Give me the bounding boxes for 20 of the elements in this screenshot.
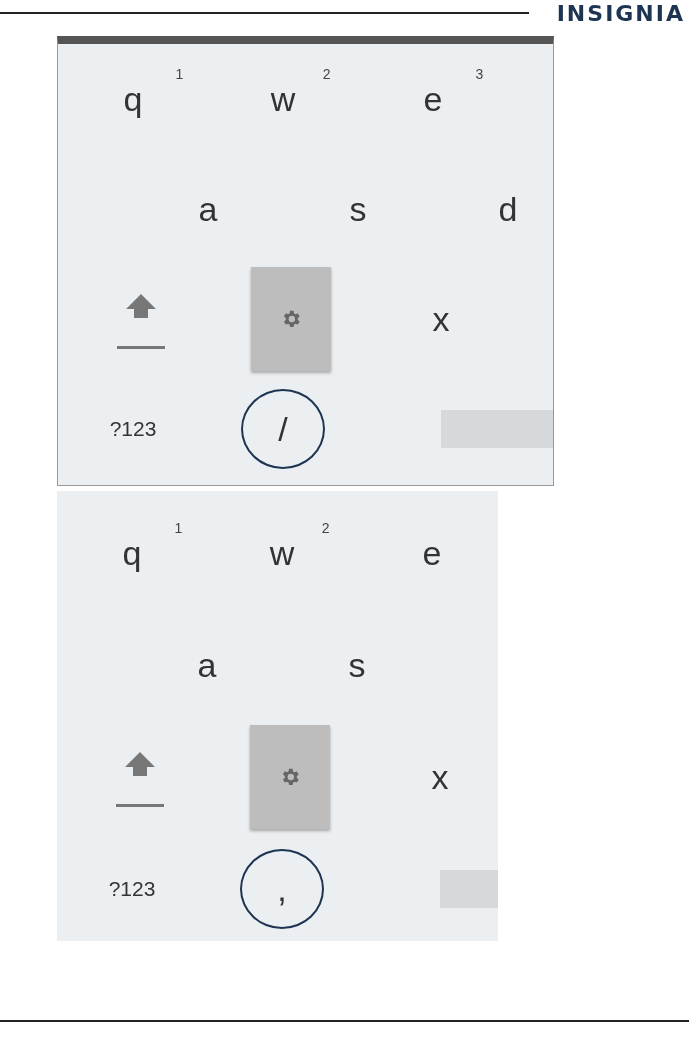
highlighted-key[interactable]: / [241, 389, 325, 469]
key-hint: 2 [321, 519, 330, 536]
letter-key[interactable]: s [338, 641, 376, 689]
symbols-key[interactable]: ?123 [108, 877, 156, 901]
highlighted-key[interactable]: , [240, 849, 324, 929]
key-hint: 1 [174, 519, 183, 536]
settings-key[interactable] [250, 725, 330, 829]
letter-key[interactable]: e [412, 529, 452, 577]
letter-key[interactable]: a [188, 185, 228, 233]
letter-key[interactable]: d [488, 185, 528, 233]
letter-key[interactable]: x [422, 295, 460, 343]
letter-key[interactable]: a [187, 641, 227, 689]
settings-key[interactable] [251, 267, 331, 371]
key-hint: 3 [475, 65, 484, 82]
letter-key[interactable]: s [339, 185, 377, 233]
symbols-key[interactable]: ?123 [109, 417, 157, 441]
key-hint: 1 [175, 65, 184, 82]
brand-logo: INSIGNIA [556, 0, 685, 26]
letter-key[interactable]: x [421, 753, 459, 801]
key-hint: 2 [322, 65, 331, 82]
